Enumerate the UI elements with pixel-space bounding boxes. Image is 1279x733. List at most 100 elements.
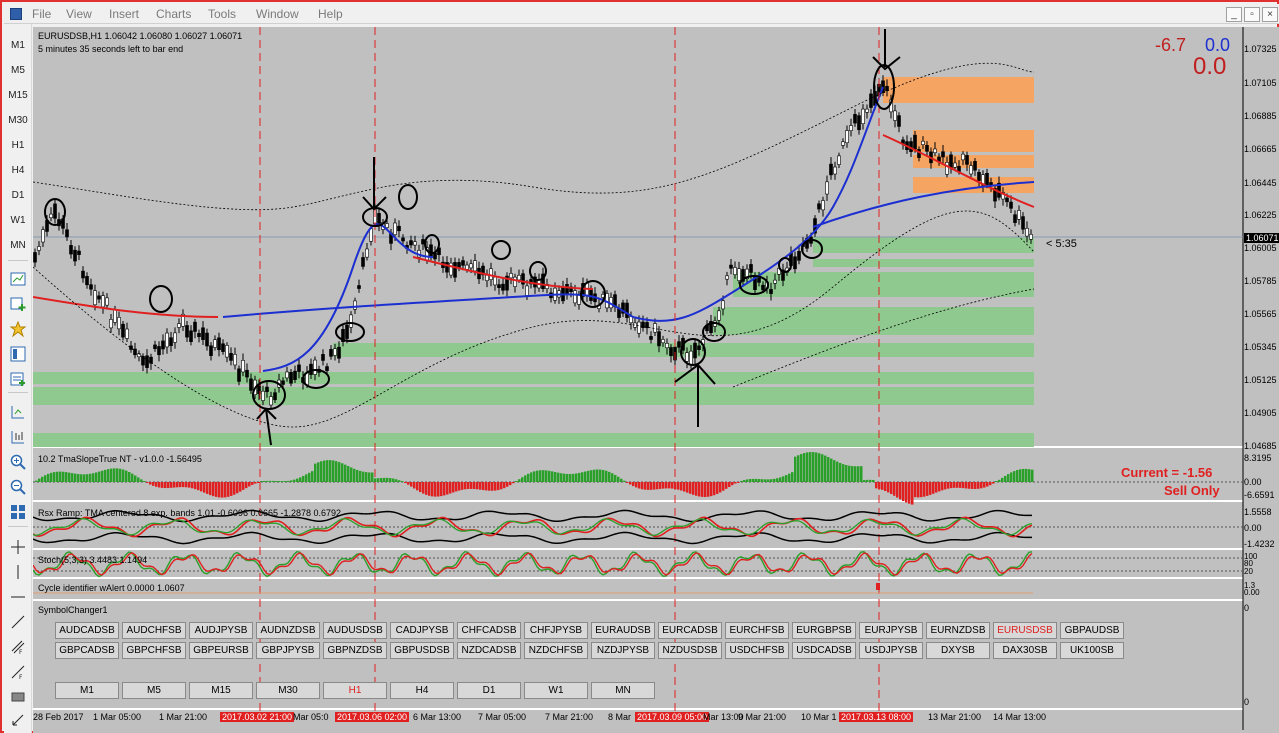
symbol-button-nzdcadsb[interactable]: NZDCADSB bbox=[457, 642, 521, 659]
menu-insert[interactable]: Insert bbox=[109, 7, 139, 21]
symbol-button-usdcadsb[interactable]: USDCADSB bbox=[792, 642, 856, 659]
symbol-button-gbpcadsb[interactable]: GBPCADSB bbox=[55, 642, 119, 659]
menu-charts[interactable]: Charts bbox=[156, 7, 191, 21]
symbol-button-chfjpysb[interactable]: CHFJPYSB bbox=[524, 622, 588, 639]
symbol-button-audjpysb[interactable]: AUDJPYSB bbox=[189, 622, 253, 639]
timeframe-m5[interactable]: M5 bbox=[4, 65, 32, 76]
symbol-button-eurusdsb[interactable]: EURUSDSB bbox=[993, 622, 1057, 639]
symbol-button-audcadsb[interactable]: AUDCADSB bbox=[55, 622, 119, 639]
timeframe-button-d1[interactable]: D1 bbox=[457, 682, 521, 699]
slope-histogram-bar bbox=[437, 482, 440, 497]
slope-histogram-bar bbox=[977, 482, 980, 489]
symbol-button-audchfsb[interactable]: AUDCHFSB bbox=[122, 622, 186, 639]
slope-histogram-bar bbox=[707, 482, 710, 497]
autoscroll-icon[interactable] bbox=[10, 429, 26, 445]
trendline-icon[interactable] bbox=[10, 614, 26, 630]
timeframe-button-h1[interactable]: H1 bbox=[323, 682, 387, 699]
menu-help[interactable]: Help bbox=[318, 7, 343, 21]
symbol-button-gbpeursb[interactable]: GBPEURSB bbox=[189, 642, 253, 659]
timeframe-m15[interactable]: M15 bbox=[4, 90, 32, 101]
menu-tools[interactable]: Tools bbox=[208, 7, 236, 21]
restore-icon[interactable]: ▫ bbox=[1244, 7, 1260, 22]
symbol-button-usdchfsb[interactable]: USDCHFSB bbox=[725, 642, 789, 659]
slope-histogram-bar bbox=[485, 482, 488, 491]
symbol-button-euraudsb[interactable]: EURAUDSB bbox=[591, 622, 655, 639]
candle-body bbox=[829, 163, 833, 176]
timeframe-button-m5[interactable]: M5 bbox=[122, 682, 186, 699]
close-icon[interactable]: × bbox=[1262, 7, 1278, 22]
menu-view[interactable]: View bbox=[66, 7, 92, 21]
slope-histogram-bar bbox=[986, 482, 989, 487]
symbol-button-dxysb[interactable]: DXYSB bbox=[926, 642, 990, 659]
symbol-button-eurchfsb[interactable]: EURCHFSB bbox=[725, 622, 789, 639]
timeframe-button-w1[interactable]: W1 bbox=[524, 682, 588, 699]
timeframe-h4[interactable]: H4 bbox=[4, 165, 32, 176]
timeframe-h1[interactable]: H1 bbox=[4, 140, 32, 151]
timeframe-button-m30[interactable]: M30 bbox=[256, 682, 320, 699]
menu-file[interactable]: File bbox=[32, 7, 51, 21]
slope-histogram-bar bbox=[764, 479, 767, 482]
symbol-button-nzdjpysb[interactable]: NZDJPYSB bbox=[591, 642, 655, 659]
horizontal-line-icon[interactable] bbox=[10, 589, 26, 605]
symbol-button-dax30sb[interactable]: DAX30SB bbox=[993, 642, 1057, 659]
symbol-button-nzdusdsb[interactable]: NZDUSDSB bbox=[658, 642, 722, 659]
symbol-button-chfcadsb[interactable]: CHFCADSB bbox=[457, 622, 521, 639]
fibonacci-icon[interactable]: F bbox=[10, 664, 26, 680]
slope-histogram-bar bbox=[710, 482, 713, 497]
symbol-button-gbpaudsb[interactable]: GBPAUDSB bbox=[1060, 622, 1124, 639]
menu-window[interactable]: Window bbox=[256, 7, 299, 21]
symbol-button-nzdchfsb[interactable]: NZDCHFSB bbox=[524, 642, 588, 659]
zoom-in-icon[interactable] bbox=[10, 454, 26, 470]
new-chart-icon[interactable] bbox=[10, 271, 26, 287]
add-icon[interactable] bbox=[10, 296, 26, 312]
symbol-button-eurjpysb[interactable]: EURJPYSB bbox=[859, 622, 923, 639]
timeframe-w1[interactable]: W1 bbox=[4, 215, 32, 226]
symbol-button-audusdsb[interactable]: AUDUSDSB bbox=[323, 622, 387, 639]
symbol-button-gbpjpysb[interactable]: GBPJPYSB bbox=[256, 642, 320, 659]
symbol-button-eurgbpsb[interactable]: EURGBPSB bbox=[792, 622, 856, 639]
symbol-button-gbpnzdsb[interactable]: GBPNZDSB bbox=[323, 642, 387, 659]
slope-histogram-bar bbox=[797, 455, 800, 482]
chart-shift-icon[interactable] bbox=[10, 404, 26, 420]
candle-body bbox=[85, 276, 89, 286]
zoom-out-icon[interactable] bbox=[10, 479, 26, 495]
symbol-button-eurnzdsb[interactable]: EURNZDSB bbox=[926, 622, 990, 639]
slope-histogram-bar bbox=[77, 474, 80, 482]
timeframe-button-m15[interactable]: M15 bbox=[189, 682, 253, 699]
timeframe-m30[interactable]: M30 bbox=[4, 115, 32, 126]
channel-icon[interactable]: F bbox=[10, 639, 26, 655]
symbol-button-eurcadsb[interactable]: EURCADSB bbox=[658, 622, 722, 639]
symbol-button-gbpchfsb[interactable]: GBPCHFSB bbox=[122, 642, 186, 659]
navigator-icon[interactable] bbox=[10, 346, 26, 362]
timeframe-button-h4[interactable]: H4 bbox=[390, 682, 454, 699]
slope-histogram-bar bbox=[740, 480, 743, 482]
symbol-button-cadjpysb[interactable]: CADJPYSB bbox=[390, 622, 454, 639]
symbol-button-usdjpysb[interactable]: USDJPYSB bbox=[859, 642, 923, 659]
slope-histogram-bar bbox=[332, 460, 335, 482]
chart-window[interactable]: EURUSDSB,H1 1.06042 1.06080 1.06027 1.06… bbox=[33, 27, 1279, 733]
slope-histogram-bar bbox=[872, 479, 875, 482]
symbol-button-audnzdsb[interactable]: AUDNZDSB bbox=[256, 622, 320, 639]
candle-body bbox=[445, 262, 449, 273]
symbol-button-gbpusdsb[interactable]: GBPUSDSB bbox=[390, 642, 454, 659]
slope-histogram-bar bbox=[455, 482, 458, 492]
minimize-icon[interactable]: _ bbox=[1226, 7, 1242, 22]
arrows-icon[interactable] bbox=[10, 712, 26, 728]
timeframe-m1[interactable]: M1 bbox=[4, 40, 32, 51]
crosshair-icon[interactable] bbox=[10, 539, 26, 555]
candle-body bbox=[769, 289, 773, 294]
slope-histogram-bar bbox=[689, 482, 692, 494]
timeframe-d1[interactable]: D1 bbox=[4, 190, 32, 201]
timeframe-button-mn[interactable]: MN bbox=[591, 682, 655, 699]
slope-histogram-bar bbox=[836, 461, 839, 482]
candle-body bbox=[153, 344, 157, 350]
favorites-icon[interactable] bbox=[10, 321, 26, 337]
timeframe-mn[interactable]: MN bbox=[4, 240, 32, 251]
symbol-button-uk100sb[interactable]: UK100SB bbox=[1060, 642, 1124, 659]
timeframe-button-m1[interactable]: M1 bbox=[55, 682, 119, 699]
tile-windows-icon[interactable] bbox=[10, 504, 26, 520]
data-window-icon[interactable] bbox=[10, 371, 26, 387]
slope-histogram-bar bbox=[860, 466, 863, 482]
rectangle-icon[interactable] bbox=[10, 689, 26, 705]
vertical-line-icon[interactable] bbox=[10, 564, 26, 580]
